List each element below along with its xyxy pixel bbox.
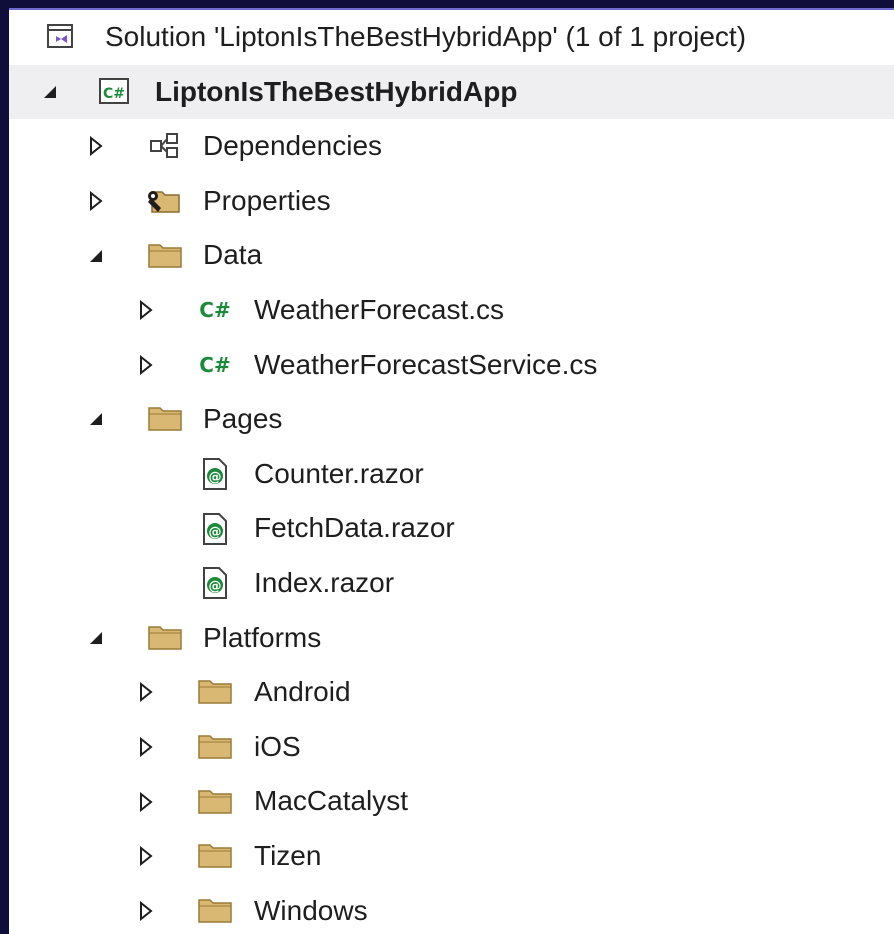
svg-text:@: @ <box>209 470 222 485</box>
tree-item-label: Android <box>254 676 351 708</box>
svg-text:C#: C# <box>199 298 230 322</box>
tree-item-label: Data <box>203 239 263 271</box>
collapsed-arrow-icon[interactable] <box>135 338 157 393</box>
tree-item-label: Counter.razor <box>254 457 424 489</box>
tree-item-index-razor[interactable]: @ Index.razor <box>9 556 894 611</box>
tree-item-label: FetchData.razor <box>254 512 455 544</box>
collapsed-arrow-icon[interactable] <box>135 283 157 338</box>
razor-file-icon: @ <box>195 556 235 611</box>
tree-item-counter-razor[interactable]: @ Counter.razor <box>9 447 894 502</box>
tree-item-label: iOS <box>254 730 301 762</box>
folder-icon <box>195 829 235 884</box>
window-border-left <box>0 0 9 934</box>
tree-item-ios-folder[interactable]: iOS <box>9 720 894 775</box>
tree-item-dependencies[interactable]: Dependencies <box>9 119 894 174</box>
tree-item-label: WeatherForecastService.cs <box>254 348 598 380</box>
window-border-top <box>0 0 894 8</box>
tree-item-label: Index.razor <box>254 566 395 598</box>
folder-icon <box>195 665 235 720</box>
tree-item-fetchdata-razor[interactable]: @ FetchData.razor <box>9 501 894 556</box>
tree-item-label: Dependencies <box>203 130 383 162</box>
tree-item-pages-folder[interactable]: Pages <box>9 392 894 447</box>
tree-item-label: MacCatalyst <box>254 785 409 817</box>
svg-text:C#: C# <box>199 353 230 377</box>
tree-item-label: Solution 'LiptonIsTheBestHybridApp' (1 o… <box>105 21 747 52</box>
folder-icon <box>195 884 235 934</box>
expanded-arrow-icon[interactable] <box>85 228 107 283</box>
tree-item-windows-folder[interactable]: Windows <box>9 884 894 934</box>
tree-item-label: Tizen <box>254 839 322 871</box>
csharp-file-icon: C# <box>195 283 235 338</box>
tree-item-tizen-folder[interactable]: Tizen <box>9 829 894 884</box>
expanded-arrow-icon[interactable] <box>85 392 107 447</box>
csharp-file-icon: C# <box>195 338 235 393</box>
tree-item-android-folder[interactable]: Android <box>9 665 894 720</box>
svg-text:C#: C# <box>103 86 125 102</box>
tree-item-project[interactable]: C# LiptonIsTheBestHybridApp <box>9 64 894 120</box>
svg-text:@: @ <box>209 525 222 540</box>
tree-item-maccatalyst-folder[interactable]: MacCatalyst <box>9 774 894 829</box>
dependencies-icon <box>145 119 185 174</box>
csharp-project-icon: C# <box>95 65 135 120</box>
collapsed-arrow-icon[interactable] <box>85 174 107 229</box>
folder-icon <box>145 228 185 283</box>
collapsed-arrow-icon[interactable] <box>135 665 157 720</box>
razor-file-icon: @ <box>195 447 235 502</box>
collapsed-arrow-icon[interactable] <box>135 829 157 884</box>
folder-icon <box>145 611 185 666</box>
collapsed-arrow-icon[interactable] <box>85 119 107 174</box>
folder-icon <box>195 774 235 829</box>
properties-folder-icon <box>145 174 185 229</box>
collapsed-arrow-icon[interactable] <box>135 720 157 775</box>
tree-item-label: Platforms <box>203 621 322 653</box>
tree-item-label: Windows <box>254 894 368 926</box>
expanded-arrow-icon[interactable] <box>85 611 107 666</box>
tree-item-label: LiptonIsTheBestHybridApp <box>155 75 518 107</box>
collapsed-arrow-icon[interactable] <box>135 884 157 934</box>
svg-text:@: @ <box>209 579 222 594</box>
tree-item-label: Pages <box>203 403 283 435</box>
solution-tree: Solution 'LiptonIsTheBestHybridApp' (1 o… <box>9 10 894 934</box>
collapsed-arrow-icon[interactable] <box>135 774 157 829</box>
razor-file-icon: @ <box>195 501 235 556</box>
solution-explorer-window: Solution 'LiptonIsTheBestHybridApp' (1 o… <box>0 0 894 934</box>
folder-icon <box>195 720 235 775</box>
tree-item-solution[interactable]: Solution 'LiptonIsTheBestHybridApp' (1 o… <box>9 10 894 65</box>
tree-item-weatherforecast-cs[interactable]: C# WeatherForecast.cs <box>9 283 894 338</box>
expanded-arrow-icon[interactable] <box>39 65 61 120</box>
tree-item-label: WeatherForecast.cs <box>254 293 505 325</box>
tree-item-data-folder[interactable]: Data <box>9 228 894 283</box>
tree-item-platforms-folder[interactable]: Platforms <box>9 611 894 666</box>
solution-icon <box>41 10 81 65</box>
tree-item-label: Properties <box>203 184 331 216</box>
tree-item-weatherforecastservice-cs[interactable]: C# WeatherForecastService.cs <box>9 338 894 393</box>
tree-item-properties[interactable]: Properties <box>9 174 894 229</box>
folder-icon <box>145 392 185 447</box>
